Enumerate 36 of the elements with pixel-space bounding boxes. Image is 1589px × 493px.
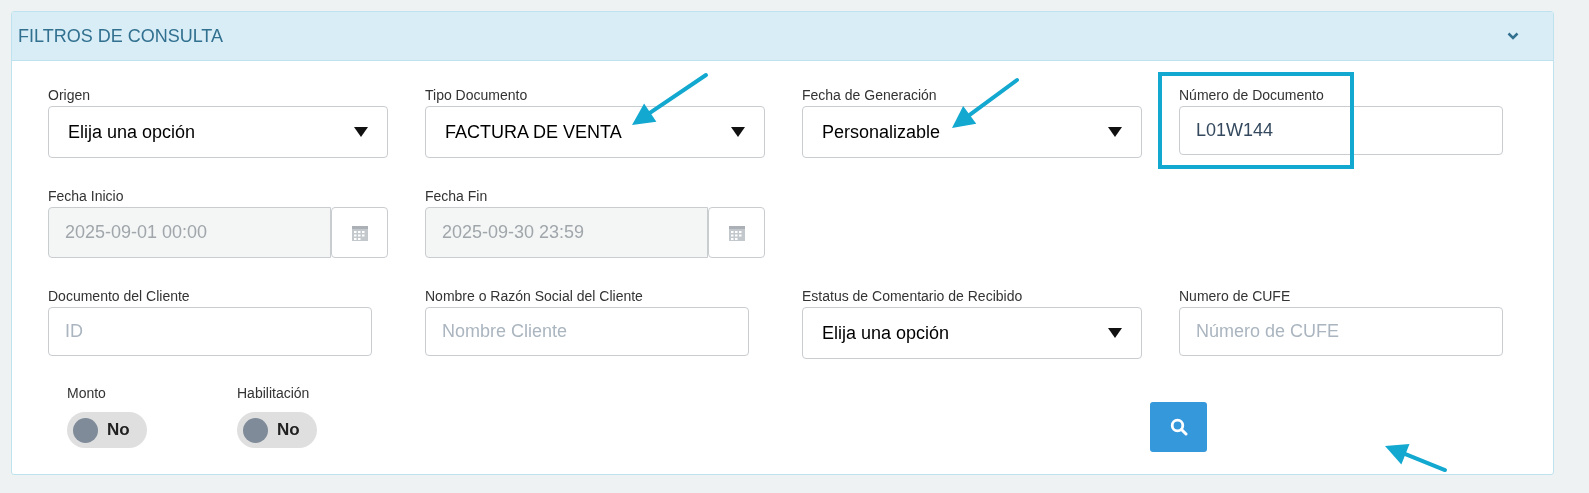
panel-title: FILTROS DE CONSULTA (18, 24, 224, 48)
field-label: Fecha Fin (425, 187, 489, 206)
search-button[interactable] (1150, 402, 1207, 452)
input-field[interactable]: L01W144 (1179, 106, 1503, 155)
field-label: Origen (48, 86, 92, 105)
input-field[interactable]: Número de CUFE (1179, 307, 1503, 356)
calendar-button[interactable] (331, 207, 388, 258)
toggle-label: Habilitación (237, 384, 311, 403)
caret-icon (1108, 127, 1122, 137)
panel-header[interactable]: FILTROS DE CONSULTA (12, 12, 1553, 61)
toggle-label: Monto (67, 384, 107, 403)
caret-icon (1108, 328, 1122, 338)
calendar-icon (350, 223, 369, 242)
input-field[interactable]: Nombre Cliente (425, 307, 749, 356)
calendar-button[interactable] (708, 207, 765, 258)
select-field[interactable]: Elija una opción (48, 106, 388, 158)
field-label: Documento del Cliente (48, 287, 191, 306)
field-label: Nombre o Razón Social del Cliente (425, 287, 644, 306)
select-field[interactable]: Elija una opción (802, 307, 1142, 359)
caret-icon (731, 127, 745, 137)
input-field[interactable]: ID (48, 307, 372, 356)
search-icon (1169, 418, 1188, 436)
field-label: Numero de CUFE (1179, 287, 1292, 306)
field-label: Número de Documento (1179, 86, 1325, 105)
arrow-annotation (949, 77, 1020, 131)
field-label: Fecha Inicio (48, 187, 125, 206)
select-field[interactable]: FACTURA DE VENTA (425, 106, 765, 158)
select-field[interactable]: Personalizable (802, 106, 1142, 158)
toggle-switch[interactable]: No (237, 412, 317, 448)
field-label: Tipo Documento (425, 86, 529, 105)
field-label: Fecha de Generación (802, 86, 938, 105)
toggle-switch[interactable]: No (67, 412, 147, 448)
chevron-down-icon (1507, 32, 1519, 40)
caret-icon (354, 127, 368, 137)
calendar-icon (727, 223, 746, 242)
field-label: Estatus de Comentario de Recibido (802, 287, 1024, 306)
